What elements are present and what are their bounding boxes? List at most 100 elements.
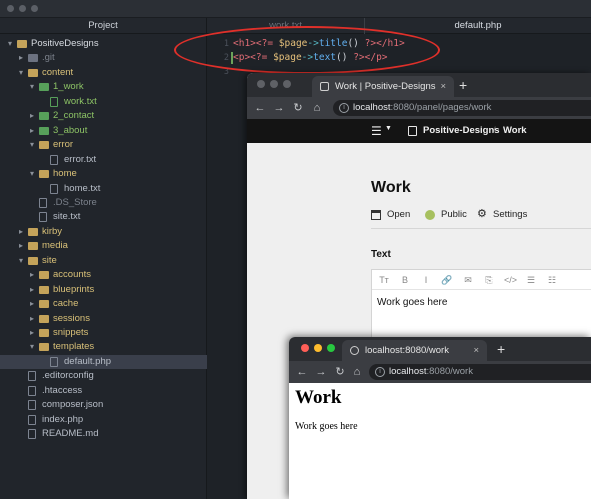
toolbar-button-icon[interactable]: ✉: [462, 274, 474, 286]
file-icon: [28, 429, 36, 440]
window-minimize-button[interactable]: [314, 344, 322, 352]
window-close-button[interactable]: [257, 80, 265, 88]
browser-tab[interactable]: Work | Positive-Designs ×: [312, 76, 454, 97]
chevron-right-icon[interactable]: ▸: [28, 297, 36, 311]
tab-default-php[interactable]: default.php: [365, 18, 591, 34]
window-zoom-button[interactable]: [31, 5, 38, 12]
toolbar-button-icon[interactable]: Tт: [378, 274, 390, 286]
browser-tab[interactable]: localhost:8080/work ×: [342, 340, 487, 361]
text-field-value[interactable]: Work goes here: [377, 297, 447, 308]
tree-item[interactable]: home.txt: [0, 182, 207, 196]
tree-item[interactable]: ▸ cache: [0, 297, 207, 311]
chevron-right-icon[interactable]: ▸: [28, 283, 36, 297]
tree-item[interactable]: ▾ 1_work: [0, 80, 207, 94]
forward-arrow-icon[interactable]: →: [314, 365, 328, 379]
home-icon[interactable]: ⌂: [310, 101, 324, 115]
window-minimize-button[interactable]: [19, 5, 26, 12]
chevron-down-icon[interactable]: ▼: [385, 125, 392, 132]
info-icon[interactable]: i: [339, 103, 349, 113]
toolbar-button-icon[interactable]: ☰: [525, 274, 537, 286]
tree-item[interactable]: work.txt: [0, 95, 207, 109]
tab-work-txt[interactable]: work.txt: [207, 18, 365, 34]
new-tab-button[interactable]: +: [459, 76, 467, 94]
reload-icon[interactable]: ↻: [291, 101, 305, 115]
chevron-right-icon[interactable]: ▸: [28, 124, 36, 138]
chevron-down-icon[interactable]: ▾: [6, 37, 14, 51]
window-minimize-button[interactable]: [270, 80, 278, 88]
info-icon[interactable]: i: [375, 367, 385, 377]
tree-item[interactable]: ▸ snippets: [0, 326, 207, 340]
chevron-down-icon[interactable]: ▾: [28, 80, 36, 94]
tab-project[interactable]: Project: [0, 18, 207, 34]
chevron-right-icon[interactable]: ▸: [28, 326, 36, 340]
toolbar-button-icon[interactable]: I: [420, 274, 432, 286]
close-tab-icon[interactable]: ×: [473, 340, 479, 361]
tree-item[interactable]: ▾ error: [0, 138, 207, 152]
home-icon[interactable]: ⌂: [350, 365, 364, 379]
tree-item[interactable]: error.txt: [0, 153, 207, 167]
tree-item[interactable]: index.php: [0, 413, 207, 427]
back-arrow-icon[interactable]: ←: [253, 101, 267, 115]
tree-item[interactable]: ▸ accounts: [0, 268, 207, 282]
tree-item[interactable]: .DS_Store: [0, 196, 207, 210]
tree-item[interactable]: ▸ sessions: [0, 312, 207, 326]
open-label: Open: [387, 209, 411, 220]
code-line-2[interactable]: <p><?= $page->text() ?></p>: [233, 52, 388, 63]
status-dot-icon: [425, 210, 435, 220]
chevron-right-icon[interactable]: ▸: [28, 312, 36, 326]
menu-icon[interactable]: ☰: [371, 124, 382, 138]
chevron-right-icon[interactable]: ▸: [28, 109, 36, 123]
tree-item[interactable]: ▸ .git: [0, 51, 207, 65]
folder-icon: [28, 227, 38, 236]
tree-item-label: composer.json: [42, 399, 104, 411]
back-arrow-icon[interactable]: ←: [295, 365, 309, 379]
tree-item[interactable]: .htaccess: [0, 384, 207, 398]
chevron-down-icon[interactable]: ▾: [17, 66, 25, 80]
url-input[interactable]: i localhost:8080/panel/pages/work: [333, 100, 591, 116]
breadcrumb-page[interactable]: Work: [503, 125, 527, 136]
browser-tabstrip: localhost:8080/work × +: [289, 337, 591, 361]
tree-item[interactable]: ▾ content: [0, 66, 207, 80]
tree-item[interactable]: ▾ templates: [0, 340, 207, 354]
tree-item-label: cache: [53, 298, 79, 310]
window-zoom-button[interactable]: [327, 344, 335, 352]
new-tab-button[interactable]: +: [497, 340, 505, 358]
chevron-right-icon[interactable]: ▸: [17, 51, 25, 65]
tree-item[interactable]: default.php: [0, 354, 207, 369]
tree-item[interactable]: .editorconfig: [0, 369, 207, 383]
chevron-right-icon[interactable]: ▸: [17, 225, 25, 239]
close-tab-icon[interactable]: ×: [440, 76, 446, 97]
chevron-down-icon[interactable]: ▾: [17, 254, 25, 268]
toolbar-button-icon[interactable]: </>: [504, 274, 517, 286]
tree-item[interactable]: ▸ 3_about: [0, 124, 207, 138]
window-close-button[interactable]: [7, 5, 14, 12]
chevron-down-icon[interactable]: ▾: [28, 340, 36, 354]
tree-item[interactable]: ▾ PositiveDesigns: [0, 37, 207, 51]
forward-arrow-icon[interactable]: →: [272, 101, 286, 115]
chevron-right-icon[interactable]: ▸: [17, 239, 25, 253]
url-input[interactable]: i localhost:8080/work: [369, 364, 591, 380]
toolbar-button-icon[interactable]: 🔗: [441, 274, 453, 286]
window-close-button[interactable]: [301, 344, 309, 352]
breadcrumb-site[interactable]: Positive-Designs: [423, 125, 500, 136]
window-zoom-button[interactable]: [283, 80, 291, 88]
tree-item[interactable]: ▸ media: [0, 239, 207, 253]
tree-item[interactable]: README.md: [0, 427, 207, 441]
code-line-1[interactable]: <h1><?= $page->title() ?></h1>: [233, 38, 405, 49]
tree-item-label: .editorconfig: [42, 370, 94, 382]
tree-item[interactable]: site.txt: [0, 210, 207, 224]
toolbar-button-icon[interactable]: ⎘: [483, 274, 495, 286]
tree-item[interactable]: composer.json: [0, 398, 207, 412]
reload-icon[interactable]: ↻: [333, 365, 347, 379]
toolbar-button-icon[interactable]: ☷: [546, 274, 558, 286]
tree-item[interactable]: ▸ blueprints: [0, 283, 207, 297]
chevron-down-icon[interactable]: ▾: [28, 167, 36, 181]
browser-tab-title: localhost:8080/work: [365, 345, 449, 356]
chevron-down-icon[interactable]: ▾: [28, 138, 36, 152]
tree-item[interactable]: ▸ kirby: [0, 225, 207, 239]
chevron-right-icon[interactable]: ▸: [28, 268, 36, 282]
toolbar-button-icon[interactable]: B: [399, 274, 411, 286]
tree-item[interactable]: ▸ 2_contact: [0, 109, 207, 123]
tree-item[interactable]: ▾ home: [0, 167, 207, 181]
tree-item[interactable]: ▾ site: [0, 254, 207, 268]
